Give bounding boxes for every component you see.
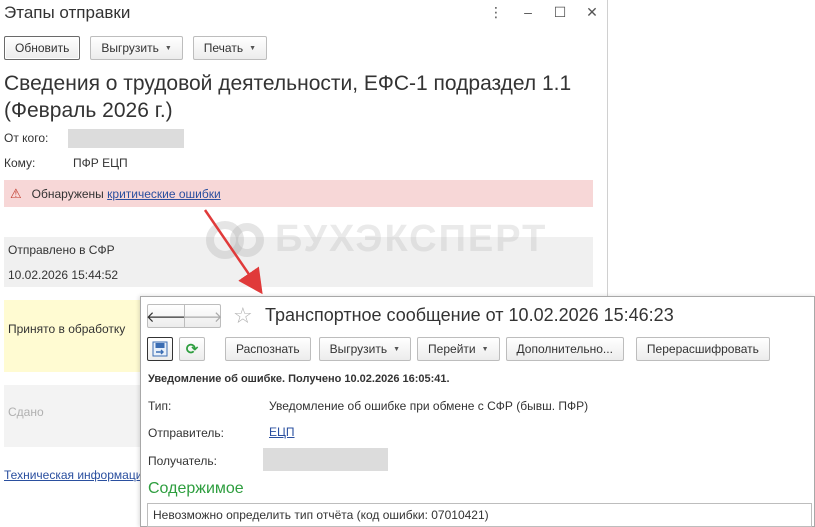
menu-icon[interactable]: ⋮ — [489, 4, 503, 20]
transport-message-window: 🡐 🡒 ☆ Транспортное сообщение от 10.02.20… — [140, 296, 815, 527]
from-value-redacted — [68, 129, 184, 148]
chevron-down-icon: ▼ — [393, 345, 401, 353]
window-title: Этапы отправки — [4, 3, 131, 22]
refresh-button[interactable]: Обновить — [4, 36, 81, 60]
print-button-label: Печать — [203, 41, 244, 55]
window-controls: ⋮ – ☐ ✕ — [489, 4, 599, 20]
chevron-down-icon: ▼ — [481, 345, 489, 353]
export-button[interactable]: Выгрузить ▼ — [90, 36, 183, 60]
to-value: ПФР ЕЦП — [73, 156, 128, 170]
section-title: Содержимое — [148, 480, 244, 497]
minimize-icon[interactable]: – — [521, 4, 535, 20]
forward-arrow-icon[interactable]: 🡒 — [182, 305, 223, 327]
sender-link[interactable]: ЕЦП — [269, 425, 295, 439]
watermark-text: БУХЭКСПЕРТ — [275, 218, 548, 260]
refresh-icon: ⟳ — [185, 341, 199, 358]
critical-errors-link[interactable]: критические ошибки — [107, 187, 221, 201]
export-button-label: Выгрузить — [329, 342, 388, 356]
refresh-button-label: Обновить — [15, 41, 70, 55]
decrypt-button-label: Перерасшифровать — [646, 342, 759, 356]
go-button-label: Перейти — [428, 342, 476, 356]
recognize-button-label: Распознать — [236, 342, 300, 356]
more-button[interactable]: Дополнительно... — [505, 337, 624, 361]
watermark-logo-icon — [206, 220, 264, 259]
more-button-label: Дополнительно... — [516, 342, 613, 356]
technical-info-link[interactable]: Техническая информация — [4, 468, 149, 482]
save-icon — [152, 341, 168, 357]
watermark: БУХЭКСПЕРТ — [205, 218, 547, 261]
print-button[interactable]: Печать ▼ — [192, 36, 268, 60]
recipient-label: Получатель: — [148, 454, 217, 468]
stage-sent-label: Отправлено в СФР — [8, 243, 115, 257]
decrypt-button[interactable]: Перерасшифровать — [635, 337, 770, 361]
recipient-value-redacted — [263, 448, 388, 471]
sender-label: Отправитель: — [148, 426, 224, 440]
toolbar: ⟳ Распознать Выгрузить ▼ Перейти ▼ Дополни… — [147, 337, 770, 361]
content-field: Невозможно определить тип отчёта (код ош… — [147, 503, 812, 527]
from-label: От кого: — [4, 131, 49, 145]
nav-buttons: 🡐 🡒 — [146, 304, 223, 328]
star-icon[interactable]: ☆ — [233, 304, 253, 328]
close-icon[interactable]: ✕ — [585, 4, 599, 20]
stage-sent-time: 10.02.2026 15:44:52 — [8, 268, 119, 282]
document-title: Сведения о трудовой деятельности, ЕФС-1 … — [4, 72, 572, 122]
toolbar: Обновить Выгрузить ▼ Печать ▼ — [4, 36, 268, 60]
chevron-down-icon: ▼ — [249, 44, 257, 52]
recognize-button[interactable]: Распознать — [225, 337, 311, 361]
go-button[interactable]: Перейти ▼ — [417, 337, 500, 361]
stage-accepted-label: Принято в обработку — [8, 322, 126, 336]
to-label: Кому: — [4, 156, 36, 170]
stage-done-label: Сдано — [8, 405, 44, 419]
error-text: Обнаружены — [31, 186, 104, 201]
type-label: Тип: — [148, 399, 172, 413]
export-button[interactable]: Выгрузить ▼ — [318, 337, 412, 361]
export-button-label: Выгрузить — [101, 41, 159, 55]
save-button[interactable] — [147, 337, 173, 361]
window-title: Транспортное сообщение от 10.02.2026 15:… — [265, 305, 674, 325]
type-value: Уведомление об ошибке при обмене с СФР (… — [269, 399, 589, 413]
back-arrow-icon[interactable]: 🡐 — [146, 305, 186, 327]
warning-icon: ⚠ — [10, 185, 22, 201]
maximize-icon[interactable]: ☐ — [553, 4, 567, 20]
chevron-down-icon: ▼ — [164, 44, 172, 52]
error-banner: ⚠ Обнаружены критические ошибки — [4, 180, 593, 207]
refresh-button[interactable]: ⟳ — [179, 337, 205, 361]
notice-header: Уведомление об ошибке. Получено 10.02.20… — [148, 373, 450, 385]
